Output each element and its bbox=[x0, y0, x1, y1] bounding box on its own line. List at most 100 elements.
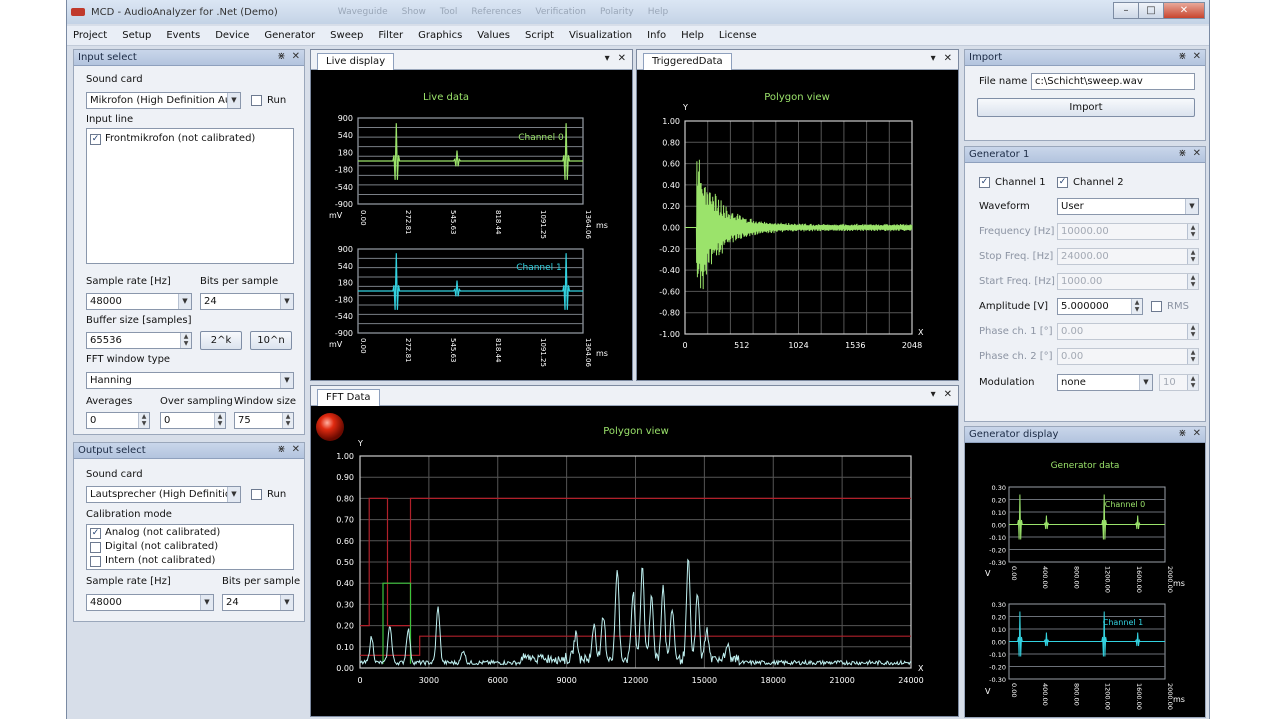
window-size-input[interactable]: 75 ▲ ▼ bbox=[234, 412, 294, 429]
stop-freq-input[interactable]: 24000.00 ▲ ▼ bbox=[1057, 248, 1199, 265]
power-of-ten-button[interactable]: 10^n bbox=[250, 331, 292, 350]
close-icon[interactable]: ✕ bbox=[292, 444, 300, 455]
calibration-item[interactable]: Intern (not calibrated) bbox=[105, 555, 215, 566]
spinner-icon[interactable]: ▲ ▼ bbox=[138, 413, 149, 428]
channel-1-checkbox[interactable]: ✓ bbox=[979, 177, 990, 188]
spinner-icon[interactable]: ▲ ▼ bbox=[1187, 349, 1198, 364]
menu-device[interactable]: Device bbox=[215, 30, 249, 41]
y-tick-label: 0.70 bbox=[336, 516, 354, 525]
maximize-button[interactable]: □ bbox=[1138, 2, 1164, 19]
spinner-icon[interactable]: ▲ ▼ bbox=[214, 413, 225, 428]
sample-rate-select[interactable]: 48000 ▼ bbox=[86, 293, 192, 310]
menu-filter[interactable]: Filter bbox=[378, 30, 403, 41]
menu-values[interactable]: Values bbox=[477, 30, 510, 41]
modulation-select[interactable]: none ▼ bbox=[1057, 374, 1153, 391]
pin-icon[interactable]: ⋇ bbox=[277, 51, 285, 62]
run-checkbox[interactable] bbox=[251, 95, 262, 106]
phase-2-input[interactable]: 0.00 ▲ ▼ bbox=[1057, 348, 1199, 365]
pin-icon[interactable]: ⋇ bbox=[1178, 148, 1186, 159]
close-icon[interactable]: ✕ bbox=[944, 53, 952, 64]
channel-2-checkbox[interactable]: ✓ bbox=[1057, 177, 1068, 188]
calibration-checkbox[interactable]: ✓ bbox=[90, 528, 101, 539]
spinner-icon[interactable]: ▲ ▼ bbox=[180, 333, 191, 348]
power-of-two-button[interactable]: 2^k bbox=[200, 331, 242, 350]
menu-graphics[interactable]: Graphics bbox=[418, 30, 462, 41]
spinner-icon[interactable]: ▲ ▼ bbox=[1187, 249, 1198, 264]
tab-fft-data[interactable]: FFT Data bbox=[317, 389, 380, 406]
spinner-icon[interactable]: ▲ ▼ bbox=[1187, 224, 1198, 239]
menu-sweep[interactable]: Sweep bbox=[330, 30, 363, 41]
dropdown-icon[interactable]: ▾ bbox=[605, 53, 610, 64]
tab-triggered-data[interactable]: TriggeredData bbox=[643, 53, 732, 70]
plot-title: Polygon view bbox=[764, 92, 830, 103]
dropdown-icon[interactable]: ▾ bbox=[931, 53, 936, 64]
close-icon[interactable]: ✕ bbox=[1193, 51, 1201, 62]
close-icon[interactable]: ✕ bbox=[944, 389, 952, 400]
close-button[interactable]: ✕ bbox=[1163, 2, 1205, 19]
output-sample-rate-select[interactable]: 48000 ▼ bbox=[86, 594, 214, 611]
spinner-icon[interactable]: ▲ ▼ bbox=[1187, 274, 1198, 289]
x-unit: ms bbox=[1173, 695, 1185, 704]
phase-1-input[interactable]: 0.00 ▲ ▼ bbox=[1057, 323, 1199, 340]
bits-select[interactable]: 24 ▼ bbox=[200, 293, 294, 310]
run-checkbox[interactable] bbox=[251, 489, 262, 500]
tab-live-display[interactable]: Live display bbox=[317, 53, 395, 70]
menu-setup[interactable]: Setup bbox=[122, 30, 151, 41]
modulation-number-input[interactable]: 10 ▲ ▼ bbox=[1159, 374, 1199, 391]
menu-license[interactable]: License bbox=[719, 30, 757, 41]
menu-generator[interactable]: Generator bbox=[264, 30, 315, 41]
run-label: Run bbox=[267, 95, 287, 106]
waveform-label: Waveform bbox=[979, 201, 1030, 212]
averages-input[interactable]: 0 ▲ ▼ bbox=[86, 412, 150, 429]
spinner-icon[interactable]: ▲ ▼ bbox=[1187, 324, 1198, 339]
y-unit: V bbox=[985, 569, 991, 578]
amplitude-input[interactable]: 5.000000 ▲ ▼ bbox=[1057, 298, 1143, 315]
sound-card-label: Sound card bbox=[86, 74, 143, 85]
calibration-checkbox[interactable] bbox=[90, 542, 101, 553]
dropdown-icon[interactable]: ▾ bbox=[931, 389, 936, 400]
pin-icon[interactable]: ⋇ bbox=[1178, 428, 1186, 439]
spinner-icon[interactable]: ▲ ▼ bbox=[1131, 299, 1142, 314]
spinner-icon[interactable]: ▲ ▼ bbox=[1187, 375, 1198, 390]
pin-icon[interactable]: ⋇ bbox=[277, 444, 285, 455]
import-button[interactable]: Import bbox=[977, 98, 1195, 117]
calibration-item[interactable]: Digital (not calibrated) bbox=[105, 541, 218, 552]
x-tick-label: 15000 bbox=[692, 676, 717, 685]
input-sound-card-select[interactable]: Mikrofon (High Definition Aud ▼ bbox=[86, 92, 241, 109]
menu-script[interactable]: Script bbox=[525, 30, 554, 41]
input-line-list[interactable]: ✓ Frontmikrofon (not calibrated) bbox=[86, 128, 294, 264]
close-icon[interactable]: ✕ bbox=[618, 53, 626, 64]
calibration-checkbox[interactable] bbox=[90, 556, 101, 567]
y-tick-label: 180 bbox=[338, 279, 353, 288]
minimize-button[interactable]: – bbox=[1113, 2, 1139, 19]
start-freq-input[interactable]: 1000.00 ▲ ▼ bbox=[1057, 273, 1199, 290]
input-line-checkbox[interactable]: ✓ bbox=[90, 134, 101, 145]
pin-icon[interactable]: ⋇ bbox=[1178, 51, 1186, 62]
output-sound-card-select[interactable]: Lautsprecher (High Definition ▼ bbox=[86, 486, 241, 503]
oversampling-input[interactable]: 0 ▲ ▼ bbox=[160, 412, 226, 429]
file-name-input[interactable]: c:\Schicht\sweep.wav bbox=[1031, 73, 1195, 90]
waveform-select[interactable]: User ▼ bbox=[1057, 198, 1199, 215]
chevron-down-icon: ▼ bbox=[200, 595, 213, 610]
input-value: 24000.00 bbox=[1061, 251, 1109, 262]
fft-window-select[interactable]: Hanning ▼ bbox=[86, 372, 294, 389]
close-icon[interactable]: ✕ bbox=[292, 51, 300, 62]
close-icon[interactable]: ✕ bbox=[1193, 148, 1201, 159]
frequency-input[interactable]: 10000.00 ▲ ▼ bbox=[1057, 223, 1199, 240]
spinner-icon[interactable]: ▲ ▼ bbox=[282, 413, 293, 428]
close-icon[interactable]: ✕ bbox=[1193, 428, 1201, 439]
buffer-size-input[interactable]: 65536 ▲ ▼ bbox=[86, 332, 192, 349]
y-tick-label: -1.00 bbox=[659, 330, 680, 339]
calibration-list[interactable]: ✓ Analog (not calibrated) Digital (not c… bbox=[86, 524, 294, 570]
plot-title: Generator data bbox=[1051, 461, 1120, 471]
input-line-item[interactable]: Frontmikrofon (not calibrated) bbox=[105, 133, 255, 144]
menu-events[interactable]: Events bbox=[166, 30, 200, 41]
y-tick-label: -0.40 bbox=[659, 266, 680, 275]
calibration-item[interactable]: Analog (not calibrated) bbox=[105, 527, 220, 538]
menu-help[interactable]: Help bbox=[681, 30, 704, 41]
menu-visualization[interactable]: Visualization bbox=[569, 30, 632, 41]
rms-checkbox[interactable] bbox=[1151, 301, 1162, 312]
menu-project[interactable]: Project bbox=[73, 30, 107, 41]
menu-info[interactable]: Info bbox=[647, 30, 666, 41]
output-bits-select[interactable]: 24 ▼ bbox=[222, 594, 294, 611]
